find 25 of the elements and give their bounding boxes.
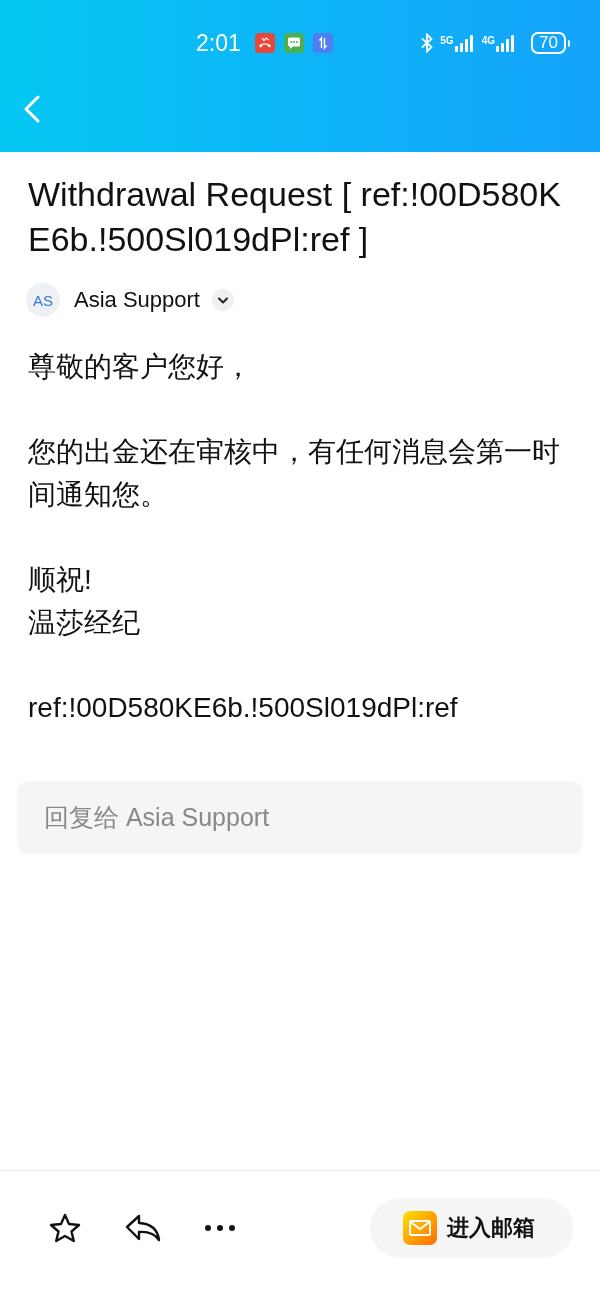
envelope-icon <box>403 1210 437 1245</box>
body-text: 您的出金还在审核中，有任何消息会第一时间通知您。 <box>28 435 561 512</box>
body-text: 尊敬的客户您好， <box>28 350 253 384</box>
phone-icon <box>254 33 275 53</box>
up-down-arrows-icon <box>312 33 333 53</box>
signal-bars-icon <box>496 34 516 52</box>
star-icon[interactable] <box>48 1211 82 1244</box>
body-text: 顺祝! <box>28 563 93 597</box>
reply-field[interactable]: 回复给 Asia Support <box>17 781 583 854</box>
chevron-down-icon[interactable] <box>211 289 234 311</box>
bluetooth-icon <box>421 33 434 53</box>
status-time: 2:01 <box>196 29 241 57</box>
reply-icon[interactable] <box>125 1213 161 1242</box>
open-mailbox-button[interactable]: 进入邮箱 <box>370 1197 573 1258</box>
battery-indicator: 70 <box>531 32 570 54</box>
signal-bars-icon <box>454 34 475 52</box>
sender-name[interactable]: Asia Support <box>74 287 200 313</box>
body-text: 温莎经纪 <box>28 606 141 640</box>
body-text: ref:!00D580KE6b.!500Sl019dPl:ref <box>28 691 459 725</box>
email-subject: Withdrawal Request [ ref:!00D580KE6b.!500Sl019dPl:ref ] <box>28 174 562 260</box>
network-type-label: 5G <box>440 35 454 46</box>
sender-avatar: AS <box>26 283 60 317</box>
more-icon[interactable] <box>204 1223 236 1232</box>
chat-bubble-icon <box>283 33 304 53</box>
network-type-label: 4G <box>481 35 495 46</box>
